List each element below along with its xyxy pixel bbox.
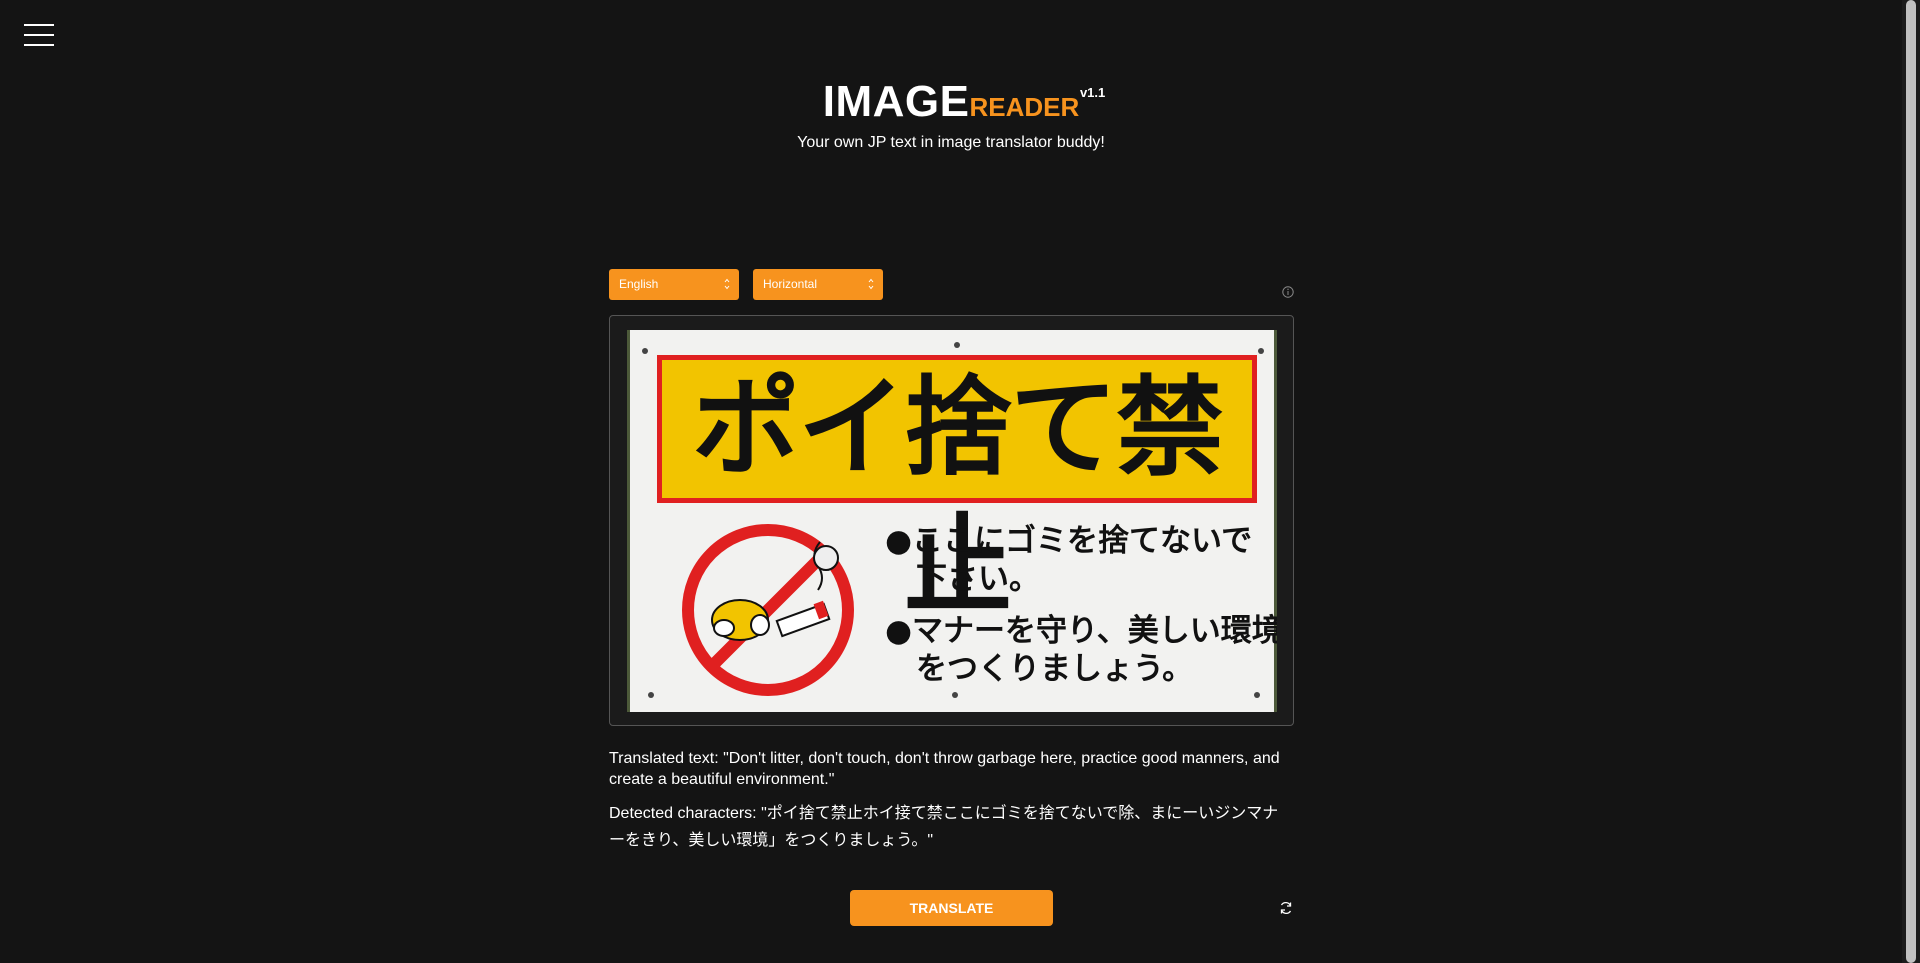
sign-line-2a: ●マナーを守り、美しい環境 (885, 613, 1277, 649)
detected-characters: Detected characters: "ポイ捨て禁止ホイ接て禁ここにゴミを捨… (609, 805, 1279, 849)
translator-panel: English Horizontal ポイ捨て禁止 ●ここにゴミを捨てないで 下… (609, 269, 1294, 864)
sign-headline-panel: ポイ捨て禁止 (657, 355, 1257, 629)
translate-button[interactable]: TRANSLATE (850, 890, 1053, 926)
language-select-value: English (619, 277, 659, 291)
language-select[interactable]: English (609, 269, 739, 300)
translated-text: Translated text: "Don't litter, don't to… (609, 750, 1280, 788)
select-arrows-icon (724, 278, 730, 290)
logo-main: IMAGE (822, 77, 970, 126)
orientation-select-value: Horizontal (763, 277, 818, 291)
app-subtitle: Your own JP text in image translator bud… (797, 134, 1105, 151)
logo-accent: READER (969, 92, 1080, 122)
sign-line-1b: 下さい。 (916, 561, 1040, 597)
image-dropzone[interactable]: ポイ捨て禁止 ●ここにゴミを捨てないで 下さい。 ●マナーを守り、美しい環境 を (609, 315, 1294, 726)
uploaded-image: ポイ捨て禁止 ●ここにゴミを捨てないで 下さい。 ●マナーを守り、美しい環境 を (627, 330, 1277, 712)
scrollbar-thumb[interactable] (1906, 0, 1916, 963)
result-section: Translated text: "Don't litter, don't to… (609, 748, 1294, 854)
menu-icon[interactable] (24, 24, 54, 46)
orientation-select[interactable]: Horizontal (753, 269, 883, 300)
sign-line-2b: をつくりましょう。 (916, 651, 1194, 687)
no-littering-icon (682, 524, 854, 696)
select-arrows-icon (868, 278, 874, 290)
sign-line-1a: ●ここにゴミを捨てないで (885, 523, 1253, 559)
sign-board: ポイ捨て禁止 ●ここにゴミを捨てないで 下さい。 ●マナーを守り、美しい環境 を (630, 330, 1277, 712)
controls-bar: English Horizontal (609, 269, 1294, 300)
refresh-icon[interactable] (1279, 901, 1293, 915)
app-logo: IMAGEREADER v1.1 (822, 77, 1106, 126)
page-scrollbar[interactable] (1902, 0, 1920, 963)
app-header: IMAGEREADER v1.1 Your own JP text in ima… (0, 80, 1902, 152)
sign-headline: ポイ捨て禁止 (691, 366, 1224, 629)
version-badge: v1.1 (1079, 85, 1106, 100)
info-icon[interactable] (1282, 286, 1294, 298)
